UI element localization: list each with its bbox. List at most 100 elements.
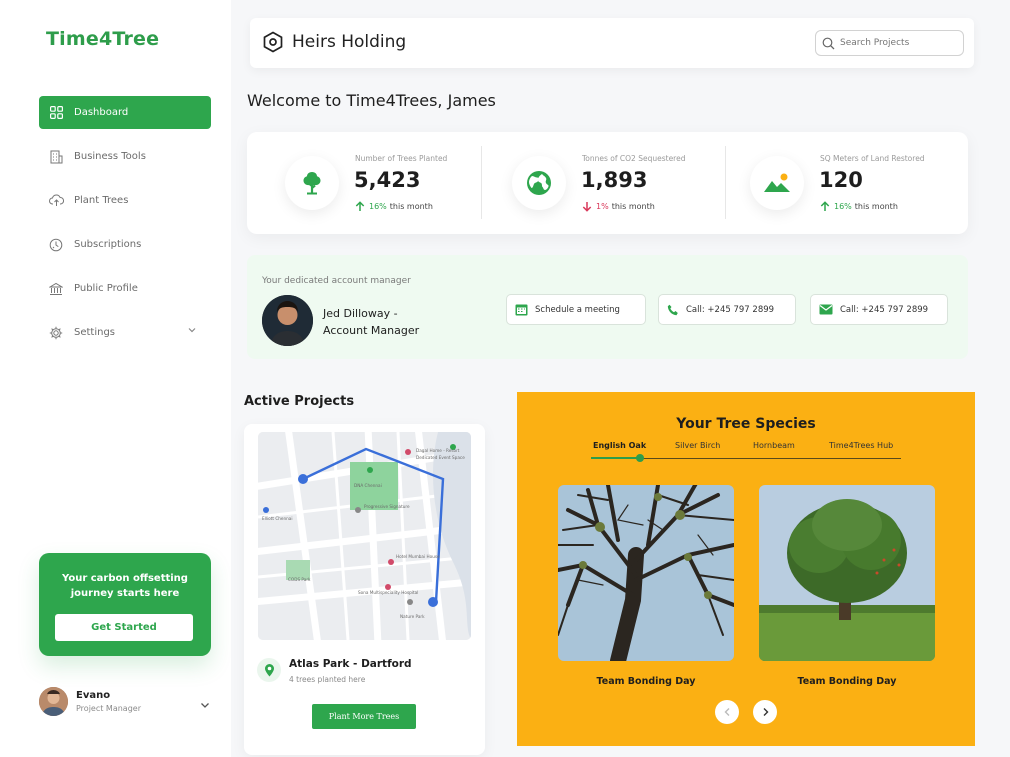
tree-species-panel: Your Tree Species English Oak Silver Bir… [517, 392, 975, 746]
stat-value: 120 [819, 168, 863, 192]
tab-english-oak[interactable]: English Oak [593, 441, 646, 450]
stat-label: Tonnes of CO2 Sequestered [582, 154, 686, 163]
tree-caption: Team Bonding Day [797, 676, 897, 687]
tree-caption: Team Bonding Day [596, 676, 696, 687]
sidebar-item-label: Public Profile [74, 283, 138, 294]
tree-icon [285, 156, 339, 210]
gear-icon [48, 325, 64, 341]
account-manager-title: Your dedicated account manager [262, 276, 411, 286]
active-projects-title: Active Projects [244, 394, 355, 409]
button-label: Call: +245 797 2899 [686, 304, 775, 315]
tab-hornbeam[interactable]: Hornbeam [753, 441, 795, 450]
project-card: Dagal Home - Resort Dedicated Event Spac… [244, 424, 485, 755]
arrow-up-icon [355, 201, 365, 212]
button-label: Schedule a meeting [535, 304, 620, 315]
sidebar-item-subscriptions[interactable]: Subscriptions [39, 228, 211, 261]
manager-avatar [262, 295, 313, 346]
tree-species-title: Your Tree Species [676, 416, 816, 432]
carousel-next-button[interactable] [753, 700, 777, 724]
arrow-up-icon [820, 201, 830, 212]
email-button[interactable]: Call: +245 797 2899 [810, 294, 948, 325]
chevron-left-icon [723, 707, 732, 717]
avatar [39, 687, 68, 716]
divider [725, 146, 726, 219]
plant-more-trees-button[interactable]: Plant More Trees [312, 704, 416, 729]
cloud-upload-icon [48, 193, 64, 209]
sidebar-item-public-profile[interactable]: Public Profile [39, 272, 211, 305]
landscape-icon [750, 156, 804, 210]
grid-icon [48, 105, 64, 121]
building-icon [48, 149, 64, 165]
search-box[interactable] [815, 30, 964, 56]
get-started-button[interactable]: Get Started [55, 614, 193, 641]
user-name: Evano [76, 690, 111, 701]
tab-indicator-dot [636, 454, 644, 462]
main-content: Heirs Holding Welcome to Time4Trees, Jam… [231, 0, 1010, 757]
top-bar: Heirs Holding [250, 18, 974, 68]
tab-time4trees-hub[interactable]: Time4Trees Hub [829, 441, 893, 450]
divider [481, 146, 482, 219]
sidebar-item-label: Dashboard [74, 107, 129, 118]
call-button[interactable]: Call: +245 797 2899 [658, 294, 796, 325]
button-label: Call: +245 797 2899 [840, 304, 929, 315]
bank-icon [48, 281, 64, 297]
svg-text:Nature Park: Nature Park [400, 614, 425, 619]
carousel-prev-button[interactable] [715, 700, 739, 724]
chevron-down-icon [187, 325, 197, 338]
stat-change-percent: 1% [596, 202, 609, 211]
stat-value: 1,893 [581, 168, 648, 192]
sidebar-item-label: Subscriptions [74, 239, 142, 250]
company-switcher[interactable]: Heirs Holding [262, 31, 406, 53]
project-subtitle: 4 trees planted here [289, 675, 366, 684]
cta-card: Your carbon offsetting journey starts he… [39, 553, 211, 656]
tree-image-oak-field[interactable] [759, 485, 935, 661]
arrow-down-icon [582, 201, 592, 212]
globe-icon [512, 156, 566, 210]
svg-text:Hotel Mumbai House: Hotel Mumbai House [396, 554, 440, 559]
tree-image-english-oak[interactable] [558, 485, 734, 661]
stat-label: SQ Meters of Land Restored [820, 154, 925, 163]
phone-icon [667, 304, 679, 316]
sidebar-item-plant-trees[interactable]: Plant Trees [39, 184, 211, 217]
stat-change: 16% this month [820, 201, 898, 212]
company-name: Heirs Holding [292, 32, 407, 52]
tab-indicator [591, 457, 639, 459]
search-input[interactable] [840, 38, 955, 48]
sidebar-item-label: Business Tools [74, 151, 146, 162]
hexagon-icon [262, 31, 284, 53]
sidebar-item-business-tools[interactable]: Business Tools [39, 140, 211, 173]
mail-icon [819, 304, 833, 315]
stat-change-suffix: this month [389, 202, 433, 211]
sidebar: Time4Tree Dashboard Business Tools Plant… [0, 0, 230, 757]
stat-label: Number of Trees Planted [355, 154, 448, 163]
app-logo[interactable]: Time4Tree [46, 28, 159, 50]
chevron-right-icon [761, 707, 770, 717]
stat-value: 5,423 [354, 168, 421, 192]
tab-silver-birch[interactable]: Silver Birch [675, 441, 720, 450]
sidebar-item-dashboard[interactable]: Dashboard [39, 96, 211, 129]
sidebar-item-label: Plant Trees [74, 195, 129, 206]
page-title: Welcome to Time4Trees, James [247, 91, 496, 110]
stat-change-percent: 16% [369, 202, 387, 211]
svg-text:Dedicated Event Space: Dedicated Event Space [416, 455, 465, 460]
cta-text: Your carbon offsetting journey starts he… [62, 573, 188, 599]
stat-change-suffix: this month [854, 202, 898, 211]
stat-change-percent: 16% [834, 202, 852, 211]
svg-text:Elliott Chennai: Elliott Chennai [262, 516, 293, 521]
chevron-down-icon[interactable] [199, 696, 211, 715]
project-map[interactable]: Dagal Home - Resort Dedicated Event Spac… [258, 432, 471, 640]
account-manager-panel: Your dedicated account manager Jed Dillo… [247, 255, 968, 359]
stat-change-suffix: this month [611, 202, 655, 211]
location-pin-icon [257, 658, 281, 682]
user-role: Project Manager [76, 704, 141, 713]
sidebar-item-settings[interactable]: Settings [39, 316, 211, 349]
svg-text:CODS Park: CODS Park [288, 577, 311, 582]
search-icon [822, 37, 835, 50]
svg-text:Sona Multispeciality Hospital: Sona Multispeciality Hospital [358, 590, 418, 595]
stat-change: 1% this month [582, 201, 655, 212]
schedule-meeting-button[interactable]: Schedule a meeting [506, 294, 646, 325]
svg-text:Progressive Signature: Progressive Signature [364, 504, 410, 509]
stat-change: 16% this month [355, 201, 433, 212]
svg-text:Dagal Home - Resort: Dagal Home - Resort [416, 448, 460, 453]
user-profile[interactable]: Evano Project Manager [39, 687, 211, 719]
